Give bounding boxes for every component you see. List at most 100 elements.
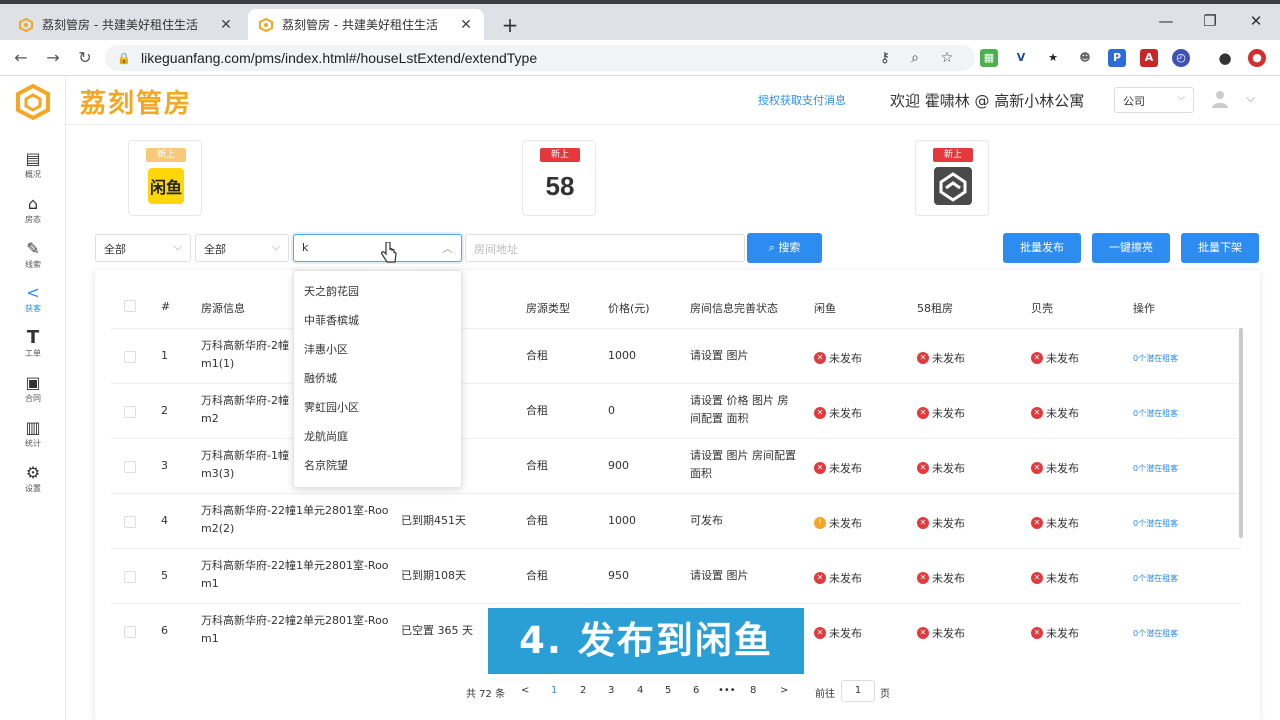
row-checkbox[interactable]	[124, 571, 136, 583]
zoom-icon[interactable]: ⌕	[906, 49, 924, 67]
forward-icon[interactable]: →	[42, 47, 64, 69]
sidebar-item-leads[interactable]: ✎ 线索	[0, 239, 66, 270]
potential-tenants-link[interactable]: 0个潜在租客	[1133, 463, 1178, 474]
extension-pdf-icon[interactable]: A	[1140, 49, 1158, 67]
pagination-page[interactable]: 6	[693, 685, 699, 696]
table-scrollbar[interactable]	[1239, 328, 1243, 538]
key-icon[interactable]: ⚷	[876, 49, 894, 67]
row-info-line2[interactable]: m1	[201, 575, 219, 593]
tab-close-icon[interactable]: ✕	[218, 17, 234, 33]
auth-payment-link[interactable]: 授权获取支付消息	[758, 92, 846, 108]
company-select[interactable]: 公司 ⌵	[1114, 87, 1194, 113]
table-row[interactable]: 5 万科高新华府-22幢1单元2801室-Roo m1 已到期108天 合租 950 请设置…	[111, 548, 1241, 603]
row-checkbox[interactable]	[124, 516, 136, 528]
dropdown-option[interactable]: 沣惠小区	[294, 335, 461, 364]
row-info-line2[interactable]: m1	[201, 630, 219, 648]
extension-qr-icon[interactable]: ▦	[980, 49, 998, 67]
table-row[interactable]: 3 万科高新华府-1幢 m3(3) 合租 900 请设置 图片 房间配置 面积 ✕ 未发布 ✕ 未发…	[111, 438, 1241, 493]
platform-58[interactable]: 新上 58	[522, 140, 596, 216]
extension-stop-icon[interactable]: ●	[1248, 49, 1266, 67]
sidebar-item-stats[interactable]: ▥ 统计	[0, 418, 66, 449]
row-checkbox[interactable]	[124, 626, 136, 638]
row-info-line2[interactable]: m3(3)	[201, 465, 234, 483]
status-badge: ✕ 未发布	[1031, 405, 1079, 421]
sidebar-item-contract[interactable]: ▣ 合同	[0, 373, 66, 404]
profile-icon[interactable]: ●	[1216, 49, 1234, 67]
select-all-checkbox[interactable]	[124, 300, 136, 312]
potential-tenants-link[interactable]: 0个潜在租客	[1133, 573, 1178, 584]
reload-icon[interactable]: ↻	[74, 47, 96, 69]
platform-xianyu[interactable]: 新上 闲鱼	[128, 140, 202, 216]
extension-clock-icon[interactable]: ◴	[1172, 49, 1190, 67]
pagination-next[interactable]: >	[780, 685, 788, 696]
dropdown-option[interactable]: 融侨城	[294, 364, 461, 393]
sidebar-item-acquire[interactable]: < 获客	[0, 283, 66, 314]
chevron-down-icon[interactable]: ⌵	[1246, 91, 1255, 106]
pagination-page[interactable]: 5	[665, 685, 671, 696]
extension-p-icon[interactable]: P	[1108, 49, 1126, 67]
address-input[interactable]: 房间地址	[465, 234, 745, 262]
dropdown-option[interactable]: 天之韵花园	[294, 277, 461, 306]
row-info-line1[interactable]: 万科高新华府-22幢1单元2801室-Roo	[201, 557, 389, 575]
row-info-line1[interactable]: 万科高新华府-22幢2单元2801室-Roo	[201, 612, 389, 630]
row-info-line2[interactable]: m2	[201, 410, 219, 428]
row-info-line2[interactable]: m1(1)	[201, 355, 234, 373]
address-bar[interactable]: 🔒 likeguanfang.com/pms/index.html#/house…	[105, 45, 975, 71]
avatar[interactable]	[1210, 89, 1230, 109]
status-badge: ✕ 未发布	[917, 625, 965, 641]
window-close-icon[interactable]: ✕	[1236, 12, 1276, 30]
new-tab-button[interactable]: +	[498, 13, 522, 37]
batch-unpublish-button[interactable]: 批量下架	[1181, 233, 1259, 263]
row-info-line1[interactable]: 万科高新华府-2幢	[201, 337, 289, 355]
dropdown-option[interactable]: 中菲香槟城	[294, 306, 461, 335]
sidebar-item-work-order[interactable]: T 工单	[0, 328, 66, 359]
restore-icon[interactable]: ❐	[1190, 12, 1230, 30]
batch-publish-button[interactable]: 批量发布	[1003, 233, 1081, 263]
community-search-input[interactable]: k ︿	[293, 234, 462, 262]
row-checkbox[interactable]	[124, 461, 136, 473]
potential-tenants-link[interactable]: 0个潜在租客	[1133, 628, 1178, 639]
potential-tenants-link[interactable]: 0个潜在租客	[1133, 408, 1178, 419]
row-checkbox[interactable]	[124, 406, 136, 418]
bookmark-star-icon[interactable]: ☆	[938, 49, 956, 67]
sidebar-item-overview[interactable]: ▤ 概况	[0, 149, 66, 180]
sidebar-item-room-status[interactable]: ⌂ 房态	[0, 194, 66, 225]
dropdown-option[interactable]: 龙航尚庭	[294, 422, 461, 451]
pagination-page[interactable]: 2	[580, 685, 586, 696]
sidebar-item-settings[interactable]: ⚙ 设置	[0, 463, 66, 494]
extension-star-icon[interactable]: ★	[1044, 49, 1062, 67]
pagination-goto-input[interactable]: 1	[841, 680, 875, 702]
minimize-icon[interactable]: —	[1146, 12, 1186, 30]
table-row[interactable]: 1 万科高新华府-2幢 m1(1) 合租 1000 请设置 图片 ✕ 未发布 ✕ 未发布 ✕ 未发布 0…	[111, 328, 1241, 383]
row-info-line1[interactable]: 万科高新华府-22幢1单元2801室-Roo	[201, 502, 389, 520]
row-info-line2[interactable]: m2(2)	[201, 520, 234, 538]
app-logo-icon[interactable]	[14, 83, 52, 121]
tab-close-icon[interactable]: ✕	[458, 17, 474, 33]
extension-face-icon[interactable]: ☻	[1076, 49, 1094, 67]
one-click-refresh-button[interactable]: 一键擦亮	[1092, 233, 1170, 263]
potential-tenants-link[interactable]: 0个潜在租客	[1133, 518, 1178, 529]
status-filter-select[interactable]: 全部 ⌵	[95, 234, 191, 262]
pagination-prev[interactable]: <	[521, 685, 529, 696]
search-button[interactable]: ⌕ 搜索	[747, 233, 822, 263]
gear-icon: ⚙	[25, 463, 41, 482]
pagination-page[interactable]: 8	[750, 685, 756, 696]
browser-tab-2[interactable]: 荔刻管房 - 共建美好租住生活 ✕	[248, 9, 484, 40]
row-checkbox[interactable]	[124, 351, 136, 363]
table-row[interactable]: 4 万科高新华府-22幢1单元2801室-Roo m2(2) 已到期451天 合租 100…	[111, 493, 1241, 548]
dropdown-option[interactable]: 霁虹园小区	[294, 393, 461, 422]
pagination-ellipsis[interactable]: •••	[718, 685, 736, 696]
platform-beike[interactable]: 新上	[915, 140, 989, 216]
row-info-line1[interactable]: 万科高新华府-1幢	[201, 447, 289, 465]
browser-tab-1[interactable]: 荔刻管房 - 共建美好租住生活 ✕	[8, 9, 244, 40]
table-row[interactable]: 2 万科高新华府-2幢 m2 合租 0 请设置 价格 图片 房间配置 面积 ✕ 未发布 ✕ 未发布…	[111, 383, 1241, 438]
pagination-page[interactable]: 1	[551, 685, 557, 696]
dropdown-option[interactable]: 名京院望	[294, 451, 461, 480]
potential-tenants-link[interactable]: 0个潜在租客	[1133, 353, 1178, 364]
extension-v-icon[interactable]: V	[1012, 49, 1030, 67]
pagination-page[interactable]: 3	[608, 685, 614, 696]
type-filter-select[interactable]: 全部 ⌵	[195, 234, 289, 262]
row-info-line1[interactable]: 万科高新华府-2幢	[201, 392, 289, 410]
back-icon[interactable]: ←	[10, 47, 32, 69]
pagination-page[interactable]: 4	[637, 685, 643, 696]
